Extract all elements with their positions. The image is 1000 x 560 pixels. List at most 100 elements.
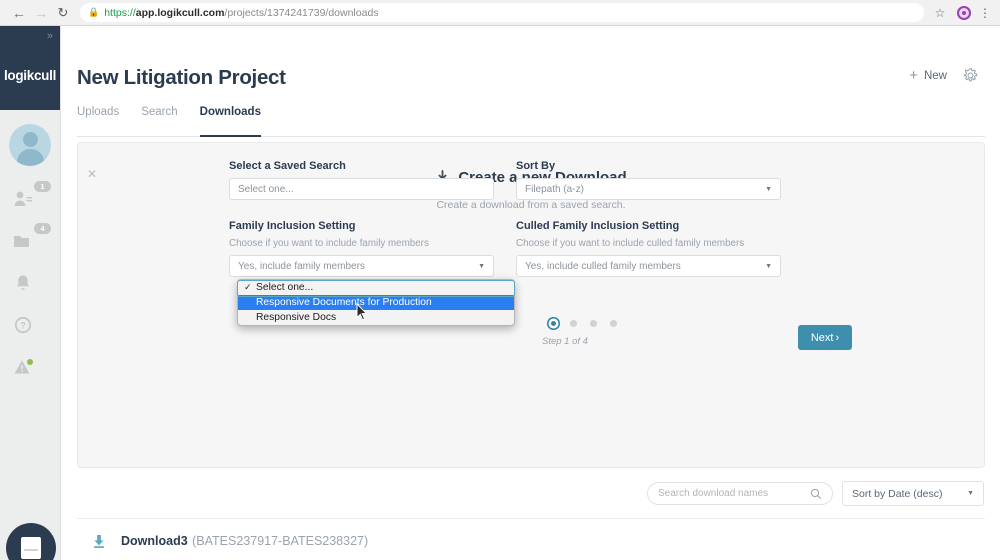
family-inclusion-label: Family Inclusion Setting <box>229 220 356 232</box>
culled-family-inclusion-label: Culled Family Inclusion Setting <box>516 220 680 232</box>
saved-search-value: Select one... <box>238 183 294 195</box>
sidebar-item-alerts[interactable] <box>10 350 50 384</box>
forward-icon[interactable]: → <box>30 2 52 24</box>
check-icon: ✓ <box>244 282 252 292</box>
dropdown-option-label: Select one... <box>256 282 314 293</box>
culled-family-inclusion-select[interactable]: Yes, include culled family members ▼ <box>516 255 781 277</box>
lock-icon: 🔒 <box>88 7 100 17</box>
step-dots <box>550 320 617 327</box>
new-button[interactable]: + New <box>909 68 947 83</box>
sort-by-value: Filepath (a-z) <box>525 183 584 195</box>
help-icon: ? <box>14 316 32 334</box>
close-x-icon[interactable]: ✕ <box>87 167 97 181</box>
tab-downloads[interactable]: Downloads <box>199 106 262 137</box>
sort-by-label: Sort By <box>516 160 556 172</box>
sidebar-item-users[interactable]: 1 <box>10 181 51 216</box>
gear-icon[interactable] <box>963 68 978 83</box>
bell-icon <box>16 275 30 290</box>
back-icon[interactable]: ← <box>8 2 30 24</box>
url-host: app.logikcull.com <box>135 6 225 19</box>
svg-text:?: ? <box>20 321 26 331</box>
main-content: New Litigation Project + New Uploads Sea… <box>60 26 1000 560</box>
dropdown-option-label: Responsive Docs <box>256 312 337 323</box>
chevron-down-icon: ▼ <box>765 262 772 270</box>
step-indicator: Step 1 of 4 <box>542 320 617 347</box>
star-icon[interactable]: ☆ <box>930 6 950 20</box>
plus-icon: + <box>909 67 918 84</box>
browser-toolbar: ← → ↻ 🔒 https://app.logikcull.com/projec… <box>0 0 1000 26</box>
users-badge: 1 <box>34 181 51 192</box>
tab-uploads[interactable]: Uploads <box>77 106 119 127</box>
culled-family-inclusion-value: Yes, include culled family members <box>525 260 681 272</box>
magnifier-icon <box>810 488 822 499</box>
tab-search[interactable]: Search <box>141 106 177 127</box>
field-culled-family-inclusion: Culled Family Inclusion Setting Choose i… <box>516 220 781 277</box>
search-input-placeholder: Search download names <box>658 488 769 499</box>
projects-badge: 4 <box>34 223 51 234</box>
next-caret-icon: › <box>835 331 840 344</box>
extension-icon[interactable] <box>957 5 971 20</box>
rail-brand-area: » logikcull <box>0 26 60 110</box>
family-inclusion-select[interactable]: Yes, include family members ▼ <box>229 255 494 277</box>
dropdown-option-responsive-documents-for-production[interactable]: Responsive Documents for Production <box>238 295 514 310</box>
next-button[interactable]: Next › <box>798 325 852 350</box>
address-bar[interactable]: 🔒 https://app.logikcull.com/projects/137… <box>80 3 924 22</box>
card-subtitle: Create a download from a saved search. <box>436 199 626 211</box>
chat-widget-icon <box>21 537 41 559</box>
saved-search-dropdown-menu[interactable]: ✓ Select one... Responsive Documents for… <box>237 279 515 326</box>
url-scheme: https:// <box>104 6 136 19</box>
kebab-menu-icon[interactable]: ⋮ <box>978 6 992 20</box>
search-download-names-box[interactable]: Search download names <box>647 482 833 505</box>
list-item[interactable]: Download3 (BATES237917-BATES238327) <box>77 532 368 550</box>
page-title: New Litigation Project <box>77 66 286 89</box>
sort-by-select[interactable]: Filepath (a-z) ▼ <box>516 178 781 200</box>
sidebar-item-projects[interactable]: 4 <box>10 223 51 258</box>
list-divider <box>77 518 985 519</box>
saved-search-label: Select a Saved Search <box>229 160 346 172</box>
field-saved-search: Select a Saved Search Select one... <box>229 160 494 200</box>
sort-by-date-select[interactable]: Sort by Date (desc) ▼ <box>842 481 984 506</box>
form-row-family: Family Inclusion Setting Choose if you w… <box>229 220 781 277</box>
downloads-toolbar: Search download names Sort by Date (desc… <box>647 481 984 506</box>
field-sort-by: Sort By Filepath (a-z) ▼ <box>516 160 781 200</box>
step-dot-1[interactable] <box>551 321 556 326</box>
chevron-down-icon: ▼ <box>478 262 485 270</box>
chevron-down-icon: ▼ <box>765 185 772 193</box>
app-window: ← → ↻ 🔒 https://app.logikcull.com/projec… <box>0 0 1000 560</box>
project-tabs: Uploads Search Downloads <box>77 106 985 137</box>
sidebar-item-help[interactable]: ? <box>10 308 50 342</box>
download-title-row: Download3 (BATES237917-BATES238327) <box>121 532 368 550</box>
dropdown-option-responsive-docs[interactable]: Responsive Docs <box>238 310 514 325</box>
step-text: Step 1 of 4 <box>542 336 588 347</box>
step-dot-3[interactable] <box>590 320 597 327</box>
sort-by-date-value: Sort by Date (desc) <box>852 487 943 500</box>
double-chevron-right-icon[interactable]: » <box>47 30 53 42</box>
chevron-down-icon: ▼ <box>967 490 974 497</box>
folder-icon <box>14 236 29 247</box>
download-name: Download3 <box>121 534 188 548</box>
saved-search-select[interactable]: Select one... <box>229 178 494 200</box>
new-button-label: New <box>923 69 947 82</box>
alert-triangle-icon <box>14 359 33 374</box>
left-rail: » logikcull 1 4 ? <box>0 26 60 560</box>
family-inclusion-hint: Choose if you want to include family mem… <box>229 238 429 249</box>
step-dot-2[interactable] <box>570 320 577 327</box>
header-actions: + New <box>909 68 978 83</box>
next-button-label: Next <box>810 331 834 344</box>
logikcull-logo: logikcull <box>3 67 57 83</box>
url-path: /projects/1374241739/downloads <box>224 6 379 19</box>
users-icon <box>14 191 32 206</box>
form-row-primary: Select a Saved Search Select one... Sort… <box>229 160 781 200</box>
step-dot-4[interactable] <box>610 320 617 327</box>
download-arrow-icon <box>94 535 104 548</box>
sidebar-item-notifications[interactable] <box>10 266 50 300</box>
rail-icon-list: 1 4 ? <box>0 110 60 392</box>
reload-icon[interactable]: ↻ <box>52 2 74 24</box>
dropdown-option-select-one[interactable]: ✓ Select one... <box>238 280 514 295</box>
download-bates-range: (BATES237917-BATES238327) <box>192 534 369 548</box>
avatar[interactable] <box>9 124 51 166</box>
culled-family-inclusion-hint: Choose if you want to include culled fam… <box>516 238 745 249</box>
mouse-cursor <box>356 303 368 321</box>
dropdown-option-label: Responsive Documents for Production <box>256 297 432 308</box>
family-inclusion-value: Yes, include family members <box>238 260 365 272</box>
